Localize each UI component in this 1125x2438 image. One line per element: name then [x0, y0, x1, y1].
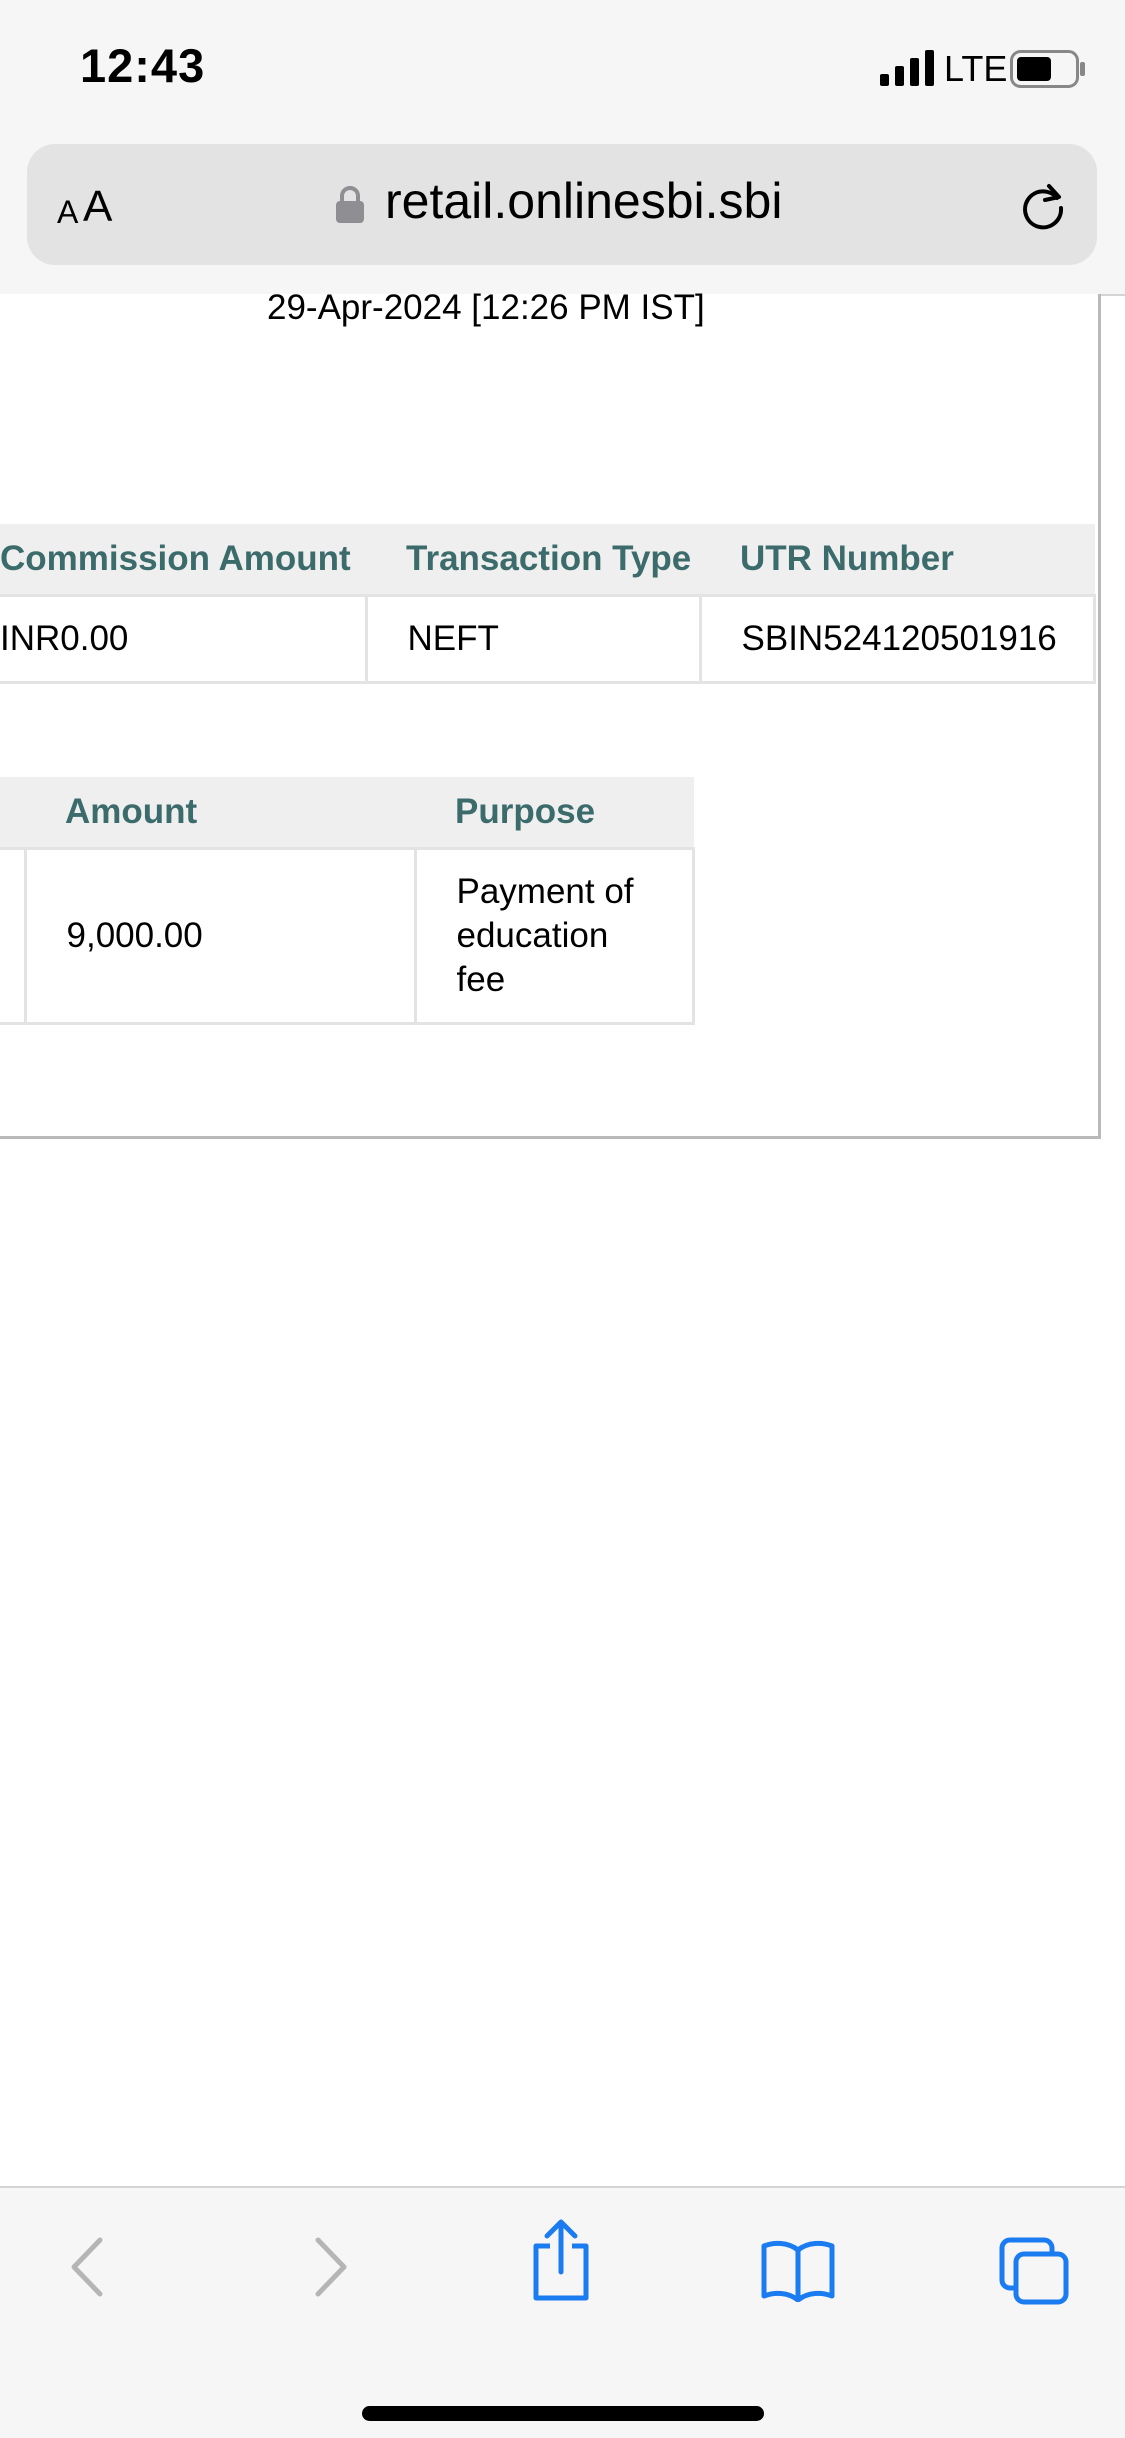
table-row: 9,000.00 Payment of education fee [0, 847, 695, 1025]
transaction-type-header: Transaction Type [366, 524, 700, 596]
transaction-type-cell: NEFT [364, 594, 702, 684]
amount-header: Amount [25, 777, 415, 849]
browser-toolbar [0, 2186, 1125, 2438]
purpose-cell: Payment of education fee [413, 847, 695, 1025]
utr-number-cell: SBIN524120501916 [698, 594, 1096, 684]
commission-amount-header: Commission Amount [0, 524, 366, 596]
commission-amount-cell: INR0.00 [0, 594, 368, 684]
amount-details-table: Amount Purpose 9,000.00 Payment of educa… [0, 777, 695, 1025]
amount-cell: 9,000.00 [23, 847, 417, 1025]
truncated-cell [0, 847, 27, 1025]
purpose-header: Purpose [415, 777, 694, 849]
lock-icon [336, 186, 364, 223]
bookmarks-icon[interactable] [760, 2238, 836, 2302]
text-size-button[interactable]: A A [57, 174, 137, 234]
address-bar[interactable]: A A retail.onlinesbi.sbi [27, 144, 1097, 265]
text-size-large-glyph: A [83, 182, 113, 231]
text-size-small-glyph: A [57, 194, 79, 230]
table-header-row: Commission Amount Transaction Type UTR N… [0, 524, 1095, 596]
reload-icon[interactable] [1017, 180, 1069, 232]
table-header-row: Amount Purpose [0, 777, 694, 849]
cellular-signal-icon [880, 50, 934, 86]
back-icon[interactable] [66, 2234, 110, 2300]
truncated-header [0, 777, 25, 849]
tabs-icon[interactable] [998, 2236, 1070, 2306]
status-time: 12:43 [80, 39, 206, 92]
url-text[interactable]: retail.onlinesbi.sbi [385, 172, 782, 230]
home-indicator[interactable] [362, 2406, 764, 2421]
table-row: INR0.00 NEFT SBIN524120501916 [0, 594, 1096, 684]
utr-number-header: UTR Number [700, 524, 1095, 596]
status-bar: 12:43 LTE [0, 0, 1125, 140]
transaction-timestamp: 29-Apr-2024 [12:26 PM IST] [267, 288, 705, 327]
browser-address-area: A A retail.onlinesbi.sbi [0, 140, 1125, 296]
battery-icon [1010, 50, 1085, 88]
network-type-label: LTE [944, 48, 1008, 89]
share-icon[interactable] [528, 2216, 594, 2302]
forward-icon[interactable] [308, 2234, 352, 2300]
transaction-details-table: Commission Amount Transaction Type UTR N… [0, 524, 1096, 684]
